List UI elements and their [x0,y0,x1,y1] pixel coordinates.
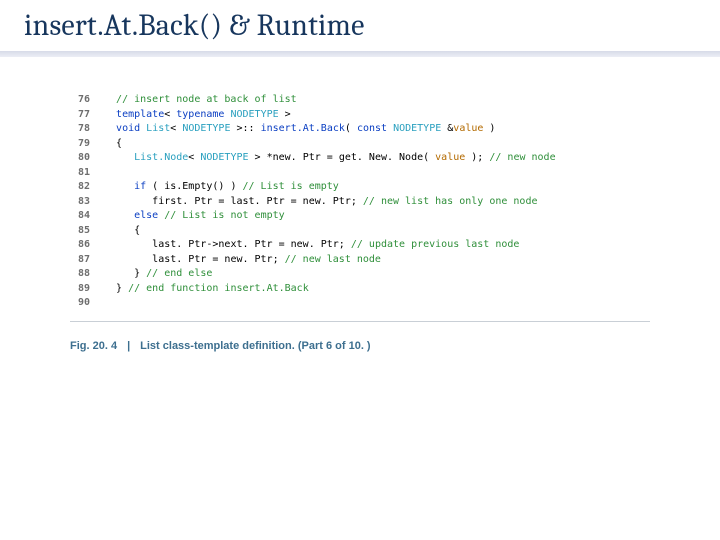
caption-separator: | [127,340,130,352]
code-line: 78 void List< NODETYPE >:: insert.At.Bac… [78,122,642,137]
figure-text: List class-template definition. (Part 6 … [140,340,370,352]
line-number: 84 [78,209,104,224]
line-number: 80 [78,151,104,166]
line-number: 89 [78,282,104,297]
code-line: 84 else // List is not empty [78,209,642,224]
code-line: 76 // insert node at back of list [78,93,642,108]
code-content: List.Node< NODETYPE > *new. Ptr = get. N… [104,151,642,166]
code-line: 83 first. Ptr = last. Ptr = new. Ptr; //… [78,195,642,210]
code-line: 80 List.Node< NODETYPE > *new. Ptr = get… [78,151,642,166]
figure-caption: Fig. 20. 4 | List class-template definit… [70,340,650,352]
code-content: last. Ptr->next. Ptr = new. Ptr; // upda… [104,238,642,253]
line-number: 78 [78,122,104,137]
code-content: last. Ptr = new. Ptr; // new last node [104,253,642,268]
code-content: else // List is not empty [104,209,642,224]
code-content [104,166,642,181]
line-number: 85 [78,224,104,239]
title-underline [0,51,720,57]
code-line: 77 template< typename NODETYPE > [78,108,642,123]
code-line: 81 [78,166,642,181]
code-line: 86 last. Ptr->next. Ptr = new. Ptr; // u… [78,238,642,253]
code-content: first. Ptr = last. Ptr = new. Ptr; // ne… [104,195,642,210]
code-content: { [104,224,642,239]
line-number: 77 [78,108,104,123]
code-figure: 76 // insert node at back of list77 temp… [70,87,650,322]
line-number: 88 [78,267,104,282]
line-number: 79 [78,137,104,152]
code-content [104,296,642,311]
code-content: { [104,137,642,152]
line-number: 90 [78,296,104,311]
code-listing: 76 // insert node at back of list77 temp… [70,87,650,322]
code-line: 87 last. Ptr = new. Ptr; // new last nod… [78,253,642,268]
line-number: 76 [78,93,104,108]
code-content: // insert node at back of list [104,93,642,108]
page-title: insert.At.Back() & Runtime [24,8,696,43]
code-line: 82 if ( is.Empty() ) // List is empty [78,180,642,195]
code-content: void List< NODETYPE >:: insert.At.Back( … [104,122,642,137]
line-number: 87 [78,253,104,268]
code-line: 85 { [78,224,642,239]
line-number: 81 [78,166,104,181]
code-line: 90 [78,296,642,311]
code-line: 79 { [78,137,642,152]
title-region: insert.At.Back() & Runtime [0,0,720,49]
code-line: 88 } // end else [78,267,642,282]
code-line: 89 } // end function insert.At.Back [78,282,642,297]
figure-label: Fig. 20. 4 [70,340,117,352]
code-content: if ( is.Empty() ) // List is empty [104,180,642,195]
line-number: 86 [78,238,104,253]
line-number: 83 [78,195,104,210]
code-content: } // end function insert.At.Back [104,282,642,297]
line-number: 82 [78,180,104,195]
code-content: template< typename NODETYPE > [104,108,642,123]
code-content: } // end else [104,267,642,282]
